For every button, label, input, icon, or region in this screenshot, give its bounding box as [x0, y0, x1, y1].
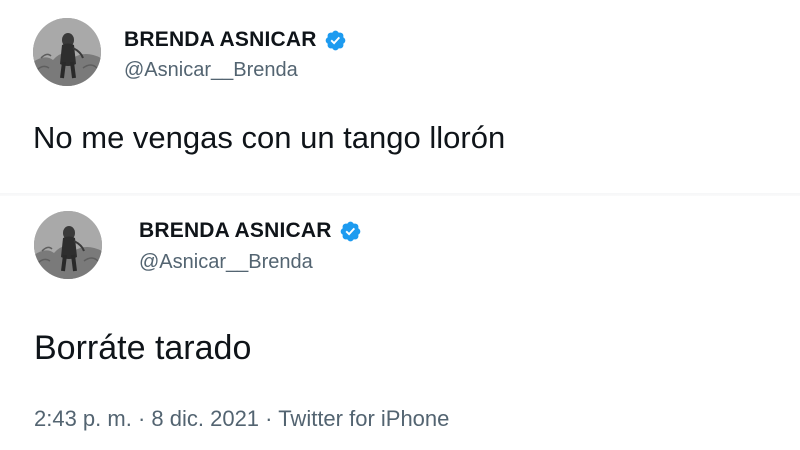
tweet-time[interactable]: 2:43 p. m.	[34, 406, 132, 431]
tweet-date[interactable]: 8 dic. 2021	[151, 406, 259, 431]
tweet-card[interactable]: BRENDA ASNICAR @Asnicar__Brenda No me ve…	[0, 0, 800, 195]
avatar-photo	[34, 211, 102, 279]
verified-badge-icon	[340, 221, 360, 241]
author-name-row[interactable]: BRENDA ASNICAR	[124, 28, 347, 52]
author-display-name[interactable]: BRENDA ASNICAR	[139, 219, 332, 243]
tweet-card[interactable]: BRENDA ASNICAR @Asnicar__Brenda Borráte …	[0, 195, 800, 450]
tweet-text: No me vengas con un tango llorón	[33, 120, 506, 155]
avatar-photo	[33, 18, 101, 86]
tweet-metadata: 2:43 p. m. · 8 dic. 2021 · Twitter for i…	[34, 406, 449, 432]
author-handle[interactable]: @Asnicar__Brenda	[139, 251, 313, 274]
author-name-row[interactable]: BRENDA ASNICAR	[139, 219, 362, 243]
tweet-screenshot: BRENDA ASNICAR @Asnicar__Brenda No me ve…	[0, 0, 800, 450]
avatar[interactable]	[33, 18, 101, 86]
tweet-text: Borráte tarado	[34, 329, 252, 367]
meta-separator: ·	[259, 406, 279, 431]
verified-badge-icon	[325, 30, 345, 50]
author-handle[interactable]: @Asnicar__Brenda	[124, 59, 298, 82]
author-display-name[interactable]: BRENDA ASNICAR	[124, 28, 317, 52]
meta-separator: ·	[131, 406, 152, 431]
avatar[interactable]	[34, 211, 102, 279]
tweet-source[interactable]: Twitter for iPhone	[278, 406, 449, 431]
